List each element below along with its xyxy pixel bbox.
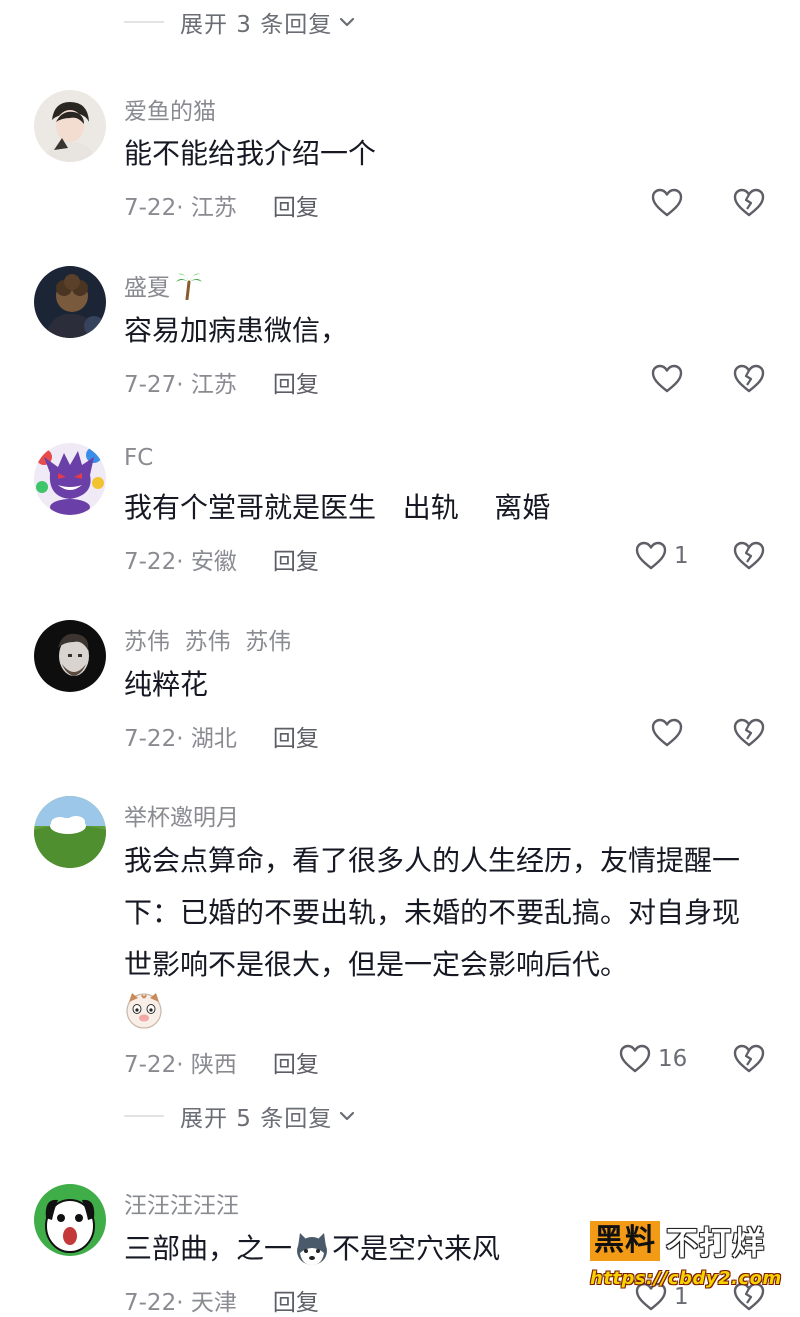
watermark-url: https://cbdy2.com bbox=[590, 1268, 782, 1289]
comment-meta: 7-22· 江苏 回复 bbox=[124, 188, 319, 222]
divider bbox=[124, 21, 164, 23]
dislike-button[interactable] bbox=[732, 362, 766, 396]
expand-replies-button[interactable]: 展开 5 条回复 bbox=[124, 1096, 356, 1136]
heart-icon bbox=[619, 1044, 651, 1073]
watermark-brand: 黑料 不打烊 bbox=[590, 1218, 780, 1264]
comment-date-location: 7-22· 陕西 bbox=[124, 1052, 237, 1078]
like-count: 16 bbox=[658, 1046, 688, 1072]
comment-nickname[interactable]: 爱鱼的猫 bbox=[124, 92, 216, 126]
comment-date-location: 7-22· 安徽 bbox=[124, 549, 237, 575]
expand-replies-label: 展开 5 条回复 bbox=[180, 1106, 333, 1132]
palm-tree-icon bbox=[176, 273, 202, 300]
comment-date-location: 7-22· 天津 bbox=[124, 1290, 237, 1316]
comment-nickname[interactable]: 汪汪汪汪汪 bbox=[124, 1186, 239, 1220]
cat-face-emoji-icon bbox=[126, 993, 162, 1029]
comment-date-location: 7-22· 江苏 bbox=[124, 195, 237, 221]
watermark: 黑料 不打烊 https://cbdy2.com bbox=[590, 1218, 782, 1296]
chevron-down-icon bbox=[340, 17, 355, 27]
comment-text: 我会点算命，看了很多人的人生经历，友情提醒一下：已婚的不要出轨，未婚的不要乱搞。… bbox=[124, 844, 741, 981]
watermark-brand-text: 不打烊 bbox=[666, 1224, 766, 1262]
like-button[interactable] bbox=[650, 186, 690, 220]
comment-meta: 7-22· 安徽 回复 bbox=[124, 542, 319, 576]
avatar[interactable] bbox=[34, 90, 106, 162]
husky-face-emoji-icon bbox=[297, 1233, 328, 1265]
reply-button[interactable]: 回复 bbox=[273, 1283, 319, 1317]
reply-button[interactable]: 回复 bbox=[273, 542, 319, 576]
broken-heart-icon bbox=[733, 364, 765, 393]
comment-date-location: 7-22· 湖北 bbox=[124, 726, 237, 752]
avatar[interactable] bbox=[34, 796, 106, 868]
heart-icon bbox=[651, 364, 683, 393]
broken-heart-icon bbox=[733, 1044, 765, 1073]
comment-meta: 7-22· 陕西 回复 bbox=[124, 1045, 319, 1079]
like-button[interactable] bbox=[650, 362, 690, 396]
comment-nickname[interactable]: 盛夏 bbox=[124, 268, 204, 302]
dislike-button[interactable] bbox=[732, 186, 766, 220]
broken-heart-icon bbox=[733, 541, 765, 570]
chevron-down-icon bbox=[340, 1111, 355, 1121]
expand-replies-button[interactable]: 展开 3 条回复 bbox=[124, 2, 356, 42]
reply-button[interactable]: 回复 bbox=[273, 188, 319, 222]
heart-icon bbox=[635, 541, 667, 570]
watermark-brand-box: 黑料 bbox=[590, 1221, 660, 1261]
like-button[interactable]: 16 bbox=[618, 1042, 687, 1076]
reply-button[interactable]: 回复 bbox=[273, 365, 319, 399]
reply-button[interactable]: 回复 bbox=[273, 719, 319, 753]
divider bbox=[124, 1115, 164, 1117]
heart-icon bbox=[651, 188, 683, 217]
dislike-button[interactable] bbox=[732, 1042, 766, 1076]
dislike-button[interactable] bbox=[732, 539, 766, 573]
comment-nickname[interactable]: FC bbox=[124, 445, 153, 471]
comment-meta: 7-22· 天津 回复 bbox=[124, 1283, 319, 1317]
avatar[interactable] bbox=[34, 443, 106, 515]
broken-heart-icon bbox=[733, 718, 765, 747]
avatar[interactable] bbox=[34, 266, 106, 338]
comment-text-part: 不是空穴来风 bbox=[332, 1232, 501, 1265]
dislike-button[interactable] bbox=[732, 716, 766, 750]
comment-text: 纯粹花 bbox=[124, 668, 209, 701]
comment-meta: 7-22· 湖北 回复 bbox=[124, 719, 319, 753]
heart-icon bbox=[651, 718, 683, 747]
avatar[interactable] bbox=[34, 620, 106, 692]
comment-text-part: 三部曲，之一 bbox=[124, 1232, 293, 1265]
comment-nickname[interactable]: 举杯邀明月 bbox=[124, 798, 239, 832]
like-button[interactable]: 1 bbox=[634, 539, 689, 573]
reply-button[interactable]: 回复 bbox=[273, 1045, 319, 1079]
avatar[interactable] bbox=[34, 1184, 106, 1256]
nickname-label: 盛夏 bbox=[124, 275, 170, 301]
comment-nickname[interactable]: 苏伟 苏伟 苏伟 bbox=[124, 622, 291, 656]
broken-heart-icon bbox=[733, 188, 765, 217]
comment-text: 我有个堂哥就是医生 出轨 离婚 bbox=[124, 491, 551, 524]
comment-meta: 7-27· 江苏 回复 bbox=[124, 365, 319, 399]
like-button[interactable] bbox=[650, 716, 690, 750]
comment-text: 容易加病患微信， bbox=[124, 314, 349, 347]
like-count: 1 bbox=[674, 543, 689, 569]
expand-replies-label: 展开 3 条回复 bbox=[180, 12, 333, 38]
comment-date-location: 7-27· 江苏 bbox=[124, 372, 237, 398]
comment-text: 能不能给我介绍一个 bbox=[124, 137, 377, 170]
